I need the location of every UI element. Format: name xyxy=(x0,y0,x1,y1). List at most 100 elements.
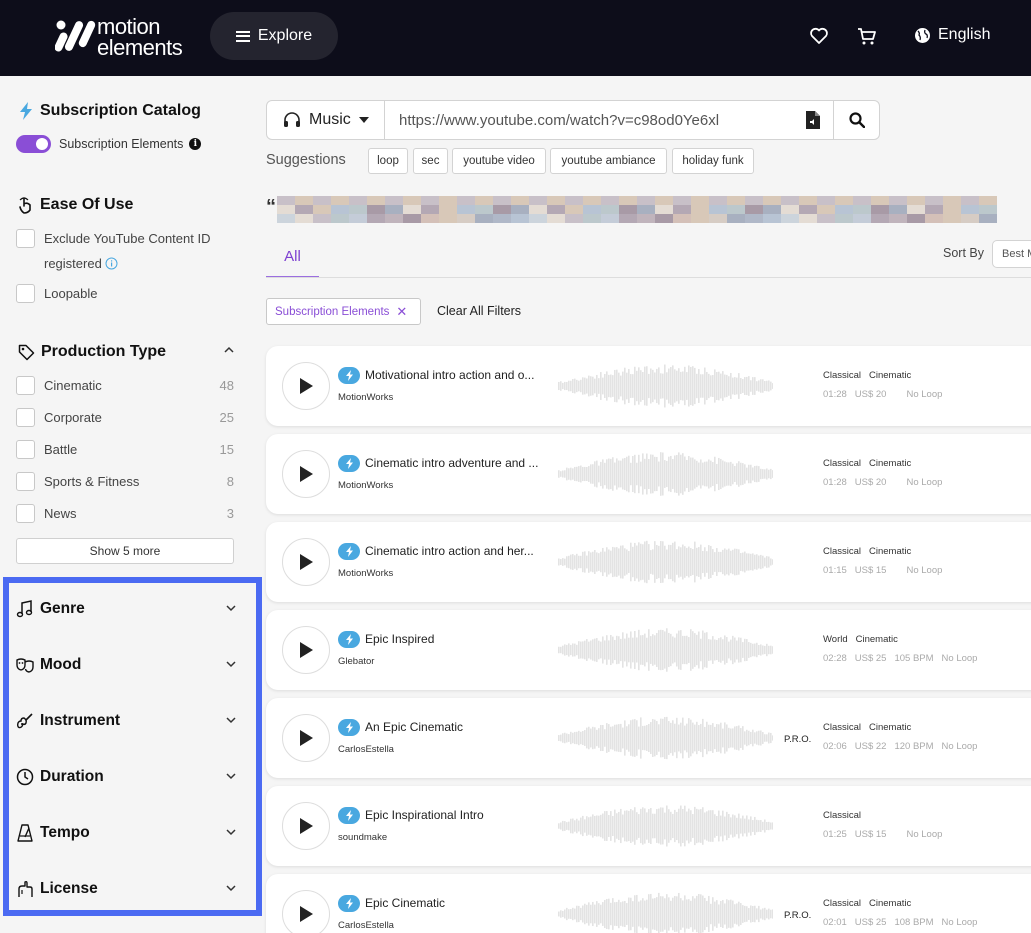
track-tag[interactable]: Classical xyxy=(823,810,861,821)
track-author[interactable]: MotionWorks xyxy=(338,568,393,579)
track-title[interactable]: An Epic Cinematic xyxy=(365,720,463,734)
subscription-bolt-icon xyxy=(338,719,360,736)
track-tag[interactable]: Classical xyxy=(823,458,861,469)
search-button[interactable] xyxy=(833,101,879,139)
track-card[interactable]: Motivational intro action and o... Motio… xyxy=(266,346,1031,426)
play-button[interactable] xyxy=(282,802,330,850)
explore-label: Explore xyxy=(257,27,313,44)
waveform-image[interactable] xyxy=(558,891,773,933)
track-author[interactable]: CarlosEstella xyxy=(338,744,394,755)
active-filter-chip[interactable]: Subscription Elements ✕ xyxy=(266,298,421,325)
filter-duration[interactable]: Duration xyxy=(16,765,238,789)
play-button[interactable] xyxy=(282,538,330,586)
track-tag[interactable]: Cinematic xyxy=(856,634,898,645)
suggestion-chip[interactable]: sec xyxy=(413,148,448,174)
waveform-image[interactable] xyxy=(558,363,773,409)
track-loop: No Loop xyxy=(906,477,943,488)
track-card[interactable]: Epic Cinematic CarlosEstella P.R.O. Clas… xyxy=(266,874,1031,933)
filter-license[interactable]: License xyxy=(16,877,238,901)
track-tag[interactable]: Classical xyxy=(823,370,861,381)
track-tag[interactable]: Classical xyxy=(823,546,861,557)
category-dropdown[interactable]: Music xyxy=(267,101,385,139)
remove-filter-icon[interactable]: ✕ xyxy=(396,304,407,320)
play-icon xyxy=(300,378,313,394)
production-type-heading[interactable]: Production Type xyxy=(18,343,166,361)
info-icon[interactable]: i xyxy=(189,138,202,150)
production-option-battle[interactable]: Battle 15 xyxy=(16,440,234,459)
sort-select[interactable]: Best M xyxy=(992,240,1031,268)
checkbox[interactable] xyxy=(16,440,35,459)
exclude-youtube-content-id-option[interactable]: Exclude YouTube Content ID registered xyxy=(16,229,234,276)
clear-all-filters-link[interactable]: Clear All Filters xyxy=(437,304,521,318)
production-option-news[interactable]: News 3 xyxy=(16,504,234,523)
checkbox[interactable] xyxy=(16,229,35,248)
checkbox[interactable] xyxy=(16,376,35,395)
track-author[interactable]: soundmake xyxy=(338,832,387,843)
track-title[interactable]: Motivational intro action and o... xyxy=(365,368,534,382)
filter-genre[interactable]: Genre xyxy=(16,597,238,621)
loopable-option[interactable]: Loopable xyxy=(16,284,234,303)
track-title[interactable]: Epic Inspirational Intro xyxy=(365,808,484,822)
track-tag[interactable]: Cinematic xyxy=(869,546,911,557)
suggestion-chip[interactable]: holiday funk xyxy=(672,148,754,174)
track-author[interactable]: CarlosEstella xyxy=(338,920,394,931)
production-option-sports-fitness[interactable]: Sports & Fitness 8 xyxy=(16,472,234,491)
checkbox[interactable] xyxy=(16,472,35,491)
track-card[interactable]: Epic Inspirational Intro soundmake Class… xyxy=(266,786,1031,866)
filter-instrument[interactable]: Instrument xyxy=(16,709,238,733)
track-card[interactable]: Epic Inspired Glebator World Cinematic 02… xyxy=(266,610,1031,690)
heart-icon[interactable] xyxy=(809,26,829,46)
track-tag[interactable]: Classical xyxy=(823,722,861,733)
checkbox[interactable] xyxy=(16,504,35,523)
track-tag[interactable]: Cinematic xyxy=(869,898,911,909)
track-bpm: 108 BPM xyxy=(894,917,934,928)
track-title[interactable]: Cinematic intro adventure and ... xyxy=(365,456,538,470)
track-title[interactable]: Cinematic intro action and her... xyxy=(365,544,534,558)
track-title[interactable]: Epic Inspired xyxy=(365,632,434,646)
suggestion-chip[interactable]: youtube ambiance xyxy=(550,148,667,174)
track-tag[interactable]: Classical xyxy=(823,898,861,909)
play-icon xyxy=(300,730,313,746)
audio-file-icon[interactable] xyxy=(806,111,820,129)
track-author[interactable]: MotionWorks xyxy=(338,392,393,403)
track-tag[interactable]: Cinematic xyxy=(869,458,911,469)
waveform-image[interactable] xyxy=(558,715,773,761)
production-option-corporate[interactable]: Corporate 25 xyxy=(16,408,234,427)
waveform-image[interactable] xyxy=(558,803,773,849)
chevron-up-icon[interactable] xyxy=(224,345,234,355)
play-button[interactable] xyxy=(282,362,330,410)
production-option-cinematic[interactable]: Cinematic 48 xyxy=(16,376,234,395)
track-card[interactable]: Cinematic intro adventure and ... Motion… xyxy=(266,434,1031,514)
waveform-image[interactable] xyxy=(558,451,773,497)
track-card[interactable]: Cinematic intro action and her... Motion… xyxy=(266,522,1031,602)
waveform-image[interactable] xyxy=(558,627,773,673)
checkbox[interactable] xyxy=(16,284,35,303)
play-button[interactable] xyxy=(282,890,330,933)
suggestion-chip[interactable]: loop xyxy=(368,148,408,174)
play-button[interactable] xyxy=(282,714,330,762)
info-circle-icon[interactable] xyxy=(105,257,118,270)
track-tag[interactable]: World xyxy=(823,634,848,645)
track-loop: No Loop xyxy=(906,829,943,840)
explore-button[interactable]: Explore xyxy=(210,12,338,60)
track-card[interactable]: An Epic Cinematic CarlosEstella P.R.O. C… xyxy=(266,698,1031,778)
track-tag[interactable]: Cinematic xyxy=(869,722,911,733)
suggestion-chip[interactable]: youtube video xyxy=(452,148,546,174)
tab-all[interactable]: All xyxy=(266,236,319,278)
track-author[interactable]: Glebator xyxy=(338,656,374,667)
filter-tempo[interactable]: Tempo xyxy=(16,821,238,845)
play-button[interactable] xyxy=(282,626,330,674)
cart-icon[interactable] xyxy=(857,26,877,46)
play-button[interactable] xyxy=(282,450,330,498)
waveform-image[interactable] xyxy=(558,539,773,585)
language-selector[interactable]: English xyxy=(914,26,990,44)
track-tag[interactable]: Cinematic xyxy=(869,370,911,381)
motion-elements-logo[interactable]: motion elements xyxy=(55,16,183,59)
filter-mood[interactable]: Mood xyxy=(16,653,238,677)
checkbox[interactable] xyxy=(16,408,35,427)
track-title[interactable]: Epic Cinematic xyxy=(365,896,445,910)
subscription-elements-toggle[interactable] xyxy=(16,135,51,153)
track-author[interactable]: MotionWorks xyxy=(338,480,393,491)
search-input[interactable]: https://www.youtube.com/watch?v=c98od0Ye… xyxy=(399,112,719,129)
show-more-button[interactable]: Show 5 more xyxy=(16,538,234,564)
